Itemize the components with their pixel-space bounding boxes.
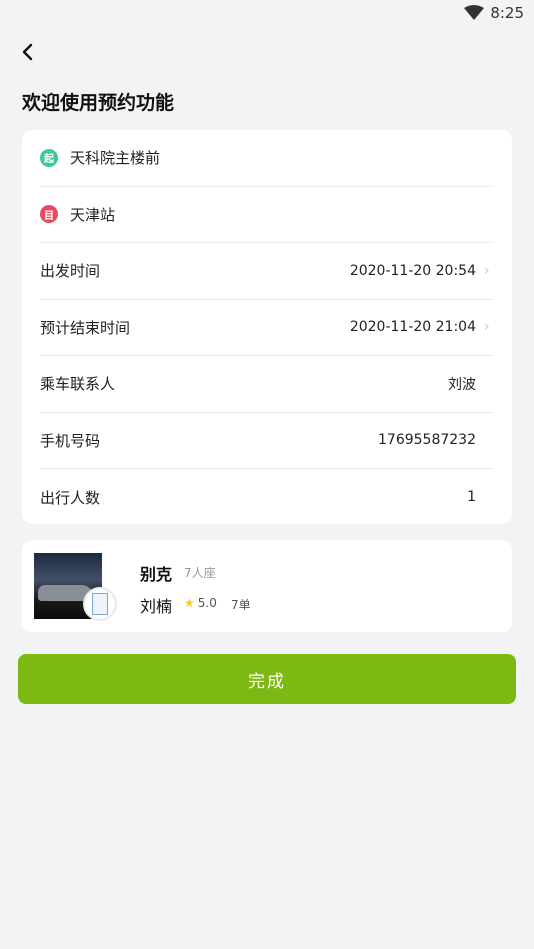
driver-name: 刘楠 (140, 597, 173, 616)
end-time-value: 2020-11-20 21:04 (349, 319, 476, 336)
back-button[interactable] (14, 38, 42, 66)
driver-card: 别克 7人座 刘楠 ★ 5.0 7单 (22, 540, 512, 632)
contact-value: 刘波 (448, 376, 476, 393)
done-button[interactable]: 完成 (18, 654, 516, 704)
rating-value: 5.0 (197, 596, 217, 610)
end-badge: 目 (40, 205, 58, 224)
status-time: 8:25 (490, 4, 524, 22)
driver-rating: ★ 5.0 (184, 596, 217, 610)
contact-row[interactable]: 乘车联系人 刘波 (40, 356, 494, 413)
end-time-label: 预计结束时间 (40, 318, 131, 337)
chevron-left-icon (22, 43, 33, 61)
driver-avatar (83, 587, 117, 621)
contact-label: 乘车联系人 (40, 375, 116, 394)
chevron-right-icon: › (484, 262, 490, 279)
departure-time-row[interactable]: 出发时间 2020-11-20 20:54 › (40, 243, 494, 300)
page-title: 欢迎使用预约功能 (22, 92, 175, 114)
status-bar: 8:25 (0, 0, 534, 30)
end-location: 天津站 (70, 205, 116, 224)
end-location-row[interactable]: 目 天津站 (40, 187, 494, 243)
wifi-icon (464, 5, 485, 20)
phone-value: 17695587232 (378, 432, 476, 449)
passenger-count-label: 出行人数 (40, 488, 101, 507)
phone-label: 手机号码 (40, 431, 101, 450)
booking-form-card: 起 天科院主楼前 目 天津站 出发时间 2020-11-20 20:54 › 预… (22, 130, 512, 524)
phone-row[interactable]: 手机号码 17695587232 (40, 413, 494, 469)
chevron-right-icon: › (484, 319, 490, 336)
start-location-row[interactable]: 起 天科院主楼前 (40, 130, 494, 187)
star-icon: ★ (184, 596, 195, 610)
start-location: 天科院主楼前 (70, 149, 161, 168)
departure-time-label: 出发时间 (40, 262, 101, 281)
order-count: 7单 (231, 598, 251, 612)
passenger-count-row[interactable]: 出行人数 1 (40, 469, 494, 526)
departure-time-value: 2020-11-20 20:54 (349, 262, 476, 279)
car-seats: 7人座 (184, 566, 216, 580)
car-name: 别克 (140, 565, 173, 584)
start-badge: 起 (40, 148, 58, 167)
end-time-row[interactable]: 预计结束时间 2020-11-20 21:04 › (40, 300, 494, 356)
passenger-count-value: 1 (467, 489, 476, 506)
